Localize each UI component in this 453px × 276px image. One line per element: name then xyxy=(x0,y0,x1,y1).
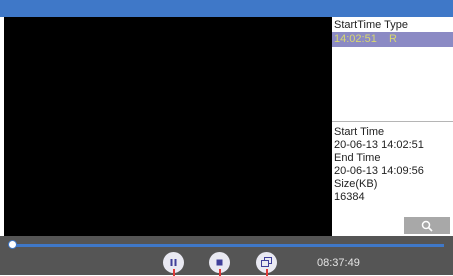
stop-button[interactable] xyxy=(209,252,230,276)
list-header: StartTime Type xyxy=(334,19,408,31)
playback-time: 08:37:49 xyxy=(317,257,360,269)
pause-icon xyxy=(170,259,177,266)
recording-info: Start Time 20-06-13 14:02:51 End Time 20… xyxy=(334,126,424,204)
windows-icon xyxy=(261,257,272,267)
panel-divider xyxy=(332,121,453,122)
window-button[interactable] xyxy=(256,252,277,276)
start-time-label: Start Time xyxy=(334,126,385,138)
search-button[interactable] xyxy=(404,217,450,234)
size-value: 16384 xyxy=(334,191,365,203)
start-time-value: 20-06-13 14:02:51 xyxy=(334,139,424,151)
stop-icon xyxy=(216,259,223,266)
end-time-label: End Time xyxy=(334,152,381,164)
video-display[interactable] xyxy=(4,17,332,236)
list-item-start-time: 14:02:51 xyxy=(334,33,377,45)
recording-panel: StartTime Type 14:02:51 R Start Time 20-… xyxy=(332,17,453,236)
search-icon xyxy=(421,220,433,232)
title-bar xyxy=(0,0,453,17)
progress-track[interactable] xyxy=(10,244,444,247)
progress-handle[interactable] xyxy=(8,240,17,249)
list-item-type: R xyxy=(389,33,397,45)
list-item[interactable]: 14:02:51 R xyxy=(332,32,453,47)
playback-control-bar: 08:37:49 xyxy=(0,236,453,276)
pause-button[interactable] xyxy=(163,252,184,276)
end-time-value: 20-06-13 14:09:56 xyxy=(334,165,424,177)
size-label: Size(KB) xyxy=(334,178,378,190)
